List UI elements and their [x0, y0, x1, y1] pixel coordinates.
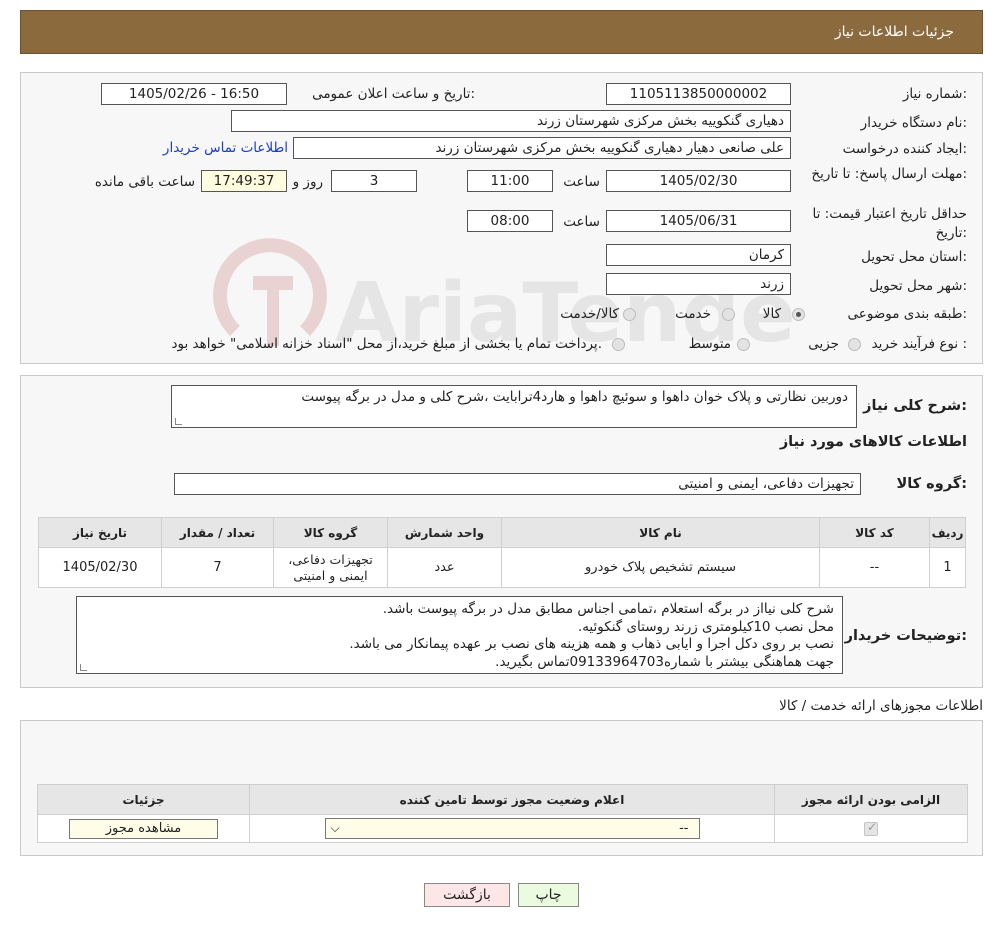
- col-permit-details: جزئیات: [37, 784, 250, 815]
- col-code: کد کالا: [819, 517, 930, 548]
- reply-deadline-label: مهلت ارسال پاسخ: تا تاریخ:: [811, 166, 967, 182]
- buyer-org-label: نام دستگاه خریدار:: [860, 115, 967, 131]
- col-qty: تعداد / مقدار: [161, 517, 274, 548]
- process-radio-minor[interactable]: [848, 338, 861, 351]
- resize-grip-icon[interactable]: [175, 418, 182, 425]
- col-unit: واحد شمارش: [387, 517, 502, 548]
- cell-code: --: [819, 547, 930, 588]
- province-field[interactable]: کرمان: [606, 244, 791, 266]
- view-permit-button[interactable]: مشاهده مجوز: [69, 818, 218, 839]
- buyer-org-field[interactable]: دهیاری گنکوییه بخش مرکزی شهرستان زرند: [231, 110, 791, 132]
- col-permit-required: الزامی بودن ارائه مجوز: [774, 784, 968, 815]
- buyer-notes-line: شرح کلی نیااز در برگه استعلام ،تمامی اجن…: [382, 601, 834, 617]
- need-description-label: شرح کلی نیاز:: [863, 398, 967, 414]
- category-option-goods-service: کالا/خدمت: [560, 306, 619, 322]
- category-radio-goods-service[interactable]: [623, 308, 636, 321]
- need-number-label: شماره نیاز:: [902, 86, 967, 102]
- buyer-notes-line: نصب بر روی دکل اجرا و ایابی ذهاب و همه ه…: [349, 636, 834, 652]
- buyer-notes-line: جهت هماهنگی بیشتر با شماره09133964703تما…: [495, 653, 834, 670]
- table-row: ✓ -- ⌵ مشاهده مجوز: [37, 814, 968, 843]
- process-option-minor: جزیی: [808, 336, 839, 352]
- cell-group: تجهیزات دفاعی، ایمنی و امنیتی: [273, 547, 388, 588]
- need-description-text: دوربین نظارتی و پلاک خوان داهوا و سوئیچ …: [301, 389, 848, 405]
- goods-group-label: گروه کالا:: [896, 476, 967, 492]
- cell-row: 1: [929, 547, 966, 588]
- category-option-service: خدمت: [675, 306, 711, 322]
- cell-qty: 7: [161, 547, 274, 588]
- remaining-time-label: ساعت باقی مانده: [94, 174, 195, 190]
- table-row: 1 -- سیستم تشخیص پلاک خودرو عدد تجهیزات …: [38, 547, 966, 588]
- col-row: ردیف: [929, 517, 966, 548]
- print-button[interactable]: چاپ: [518, 883, 579, 907]
- goods-info-title: اطلاعات کالاهای مورد نیاز: [779, 434, 967, 450]
- permits-title: اطلاعات مجوزهای ارائه خدمت / کالا: [779, 698, 983, 714]
- category-option-goods: کالا: [762, 306, 781, 322]
- buyer-notes-label: توضیحات خریدار:: [844, 628, 967, 644]
- days-label: روز و: [292, 174, 323, 190]
- price-date-field[interactable]: 1405/06/31: [606, 210, 791, 232]
- cell-permit-status: -- ⌵: [249, 814, 775, 843]
- process-note: پرداخت تمام یا بخشی از مبلغ خرید،از محل …: [171, 336, 602, 352]
- need-number-field[interactable]: 1105113850000002: [606, 83, 791, 105]
- back-button[interactable]: بازگشت: [424, 883, 510, 907]
- requester-field[interactable]: علی صانعی دهیار دهیاری گنکوییه بخش مرکزی…: [293, 137, 791, 159]
- price-time-label: ساعت: [563, 214, 600, 230]
- cell-name: سیستم تشخیص پلاک خودرو: [501, 547, 820, 588]
- chevron-down-icon: ⌵: [330, 821, 340, 835]
- category-radio-goods[interactable]: [792, 308, 805, 321]
- cell-permit-details: مشاهده مجوز: [37, 814, 250, 843]
- requester-label: ایجاد کننده درخواست:: [842, 141, 967, 157]
- remaining-time-field: 17:49:37: [201, 170, 287, 192]
- category-radio-service[interactable]: [722, 308, 735, 321]
- price-validity-label: حداقل تاریخ اعتبار قیمت: تا تاریخ:: [812, 206, 967, 241]
- buyer-contact-link[interactable]: اطلاعات تماس خریدار: [163, 140, 288, 156]
- col-name: نام کالا: [501, 517, 820, 548]
- buyer-notes-line: محل نصب 10کیلومتری زرند روستای گنکوئیه.: [577, 618, 834, 635]
- permit-status-value: --: [679, 821, 689, 836]
- city-field[interactable]: زرند: [606, 273, 791, 295]
- days-field[interactable]: 3: [331, 170, 417, 192]
- category-label: طبقه بندی موضوعی:: [847, 306, 967, 322]
- permit-status-select[interactable]: -- ⌵: [324, 818, 700, 839]
- cell-date: 1405/02/30: [38, 547, 162, 588]
- price-time-field[interactable]: 08:00: [467, 210, 553, 232]
- cell-permit-required: ✓: [774, 814, 968, 843]
- process-type-label: نوع فرآیند خرید :: [871, 336, 967, 352]
- city-label: شهر محل تحویل:: [869, 278, 967, 294]
- announce-date-field[interactable]: 1405/02/26 - 16:50: [101, 83, 287, 105]
- treasury-checkbox[interactable]: [612, 338, 625, 351]
- reply-time-label: ساعت: [563, 174, 600, 190]
- col-permit-status: اعلام وضعیت مجوز توسط تامین کننده: [249, 784, 775, 815]
- goods-table: ردیف کد کالا نام کالا واحد شمارش گروه کا…: [38, 517, 966, 588]
- check-icon: ✓: [867, 819, 878, 834]
- permits-table: الزامی بودن ارائه مجوز اعلام وضعیت مجوز …: [37, 784, 968, 843]
- resize-grip-icon[interactable]: [80, 664, 87, 671]
- goods-group-field[interactable]: تجهیزات دفاعی، ایمنی و امنیتی: [174, 473, 861, 495]
- permit-required-checkbox[interactable]: ✓: [864, 819, 878, 836]
- need-description-field[interactable]: دوربین نظارتی و پلاک خوان داهوا و سوئیچ …: [171, 385, 857, 428]
- announce-date-label: تاریخ و ساعت اعلان عمومی:: [312, 86, 475, 102]
- page-title: جزئیات اطلاعات نیاز: [834, 24, 954, 40]
- reply-date-field[interactable]: 1405/02/30: [606, 170, 791, 192]
- col-group: گروه کالا: [273, 517, 388, 548]
- col-date: تاریخ نیاز: [38, 517, 162, 548]
- process-radio-medium[interactable]: [737, 338, 750, 351]
- cell-unit: عدد: [387, 547, 502, 588]
- process-option-medium: متوسط: [688, 336, 731, 352]
- province-label: استان محل تحویل:: [861, 249, 967, 265]
- buyer-notes-field[interactable]: شرح کلی نیااز در برگه استعلام ،تمامی اجن…: [76, 596, 843, 674]
- page-header: جزئیات اطلاعات نیاز: [20, 10, 983, 54]
- reply-time-field[interactable]: 11:00: [467, 170, 553, 192]
